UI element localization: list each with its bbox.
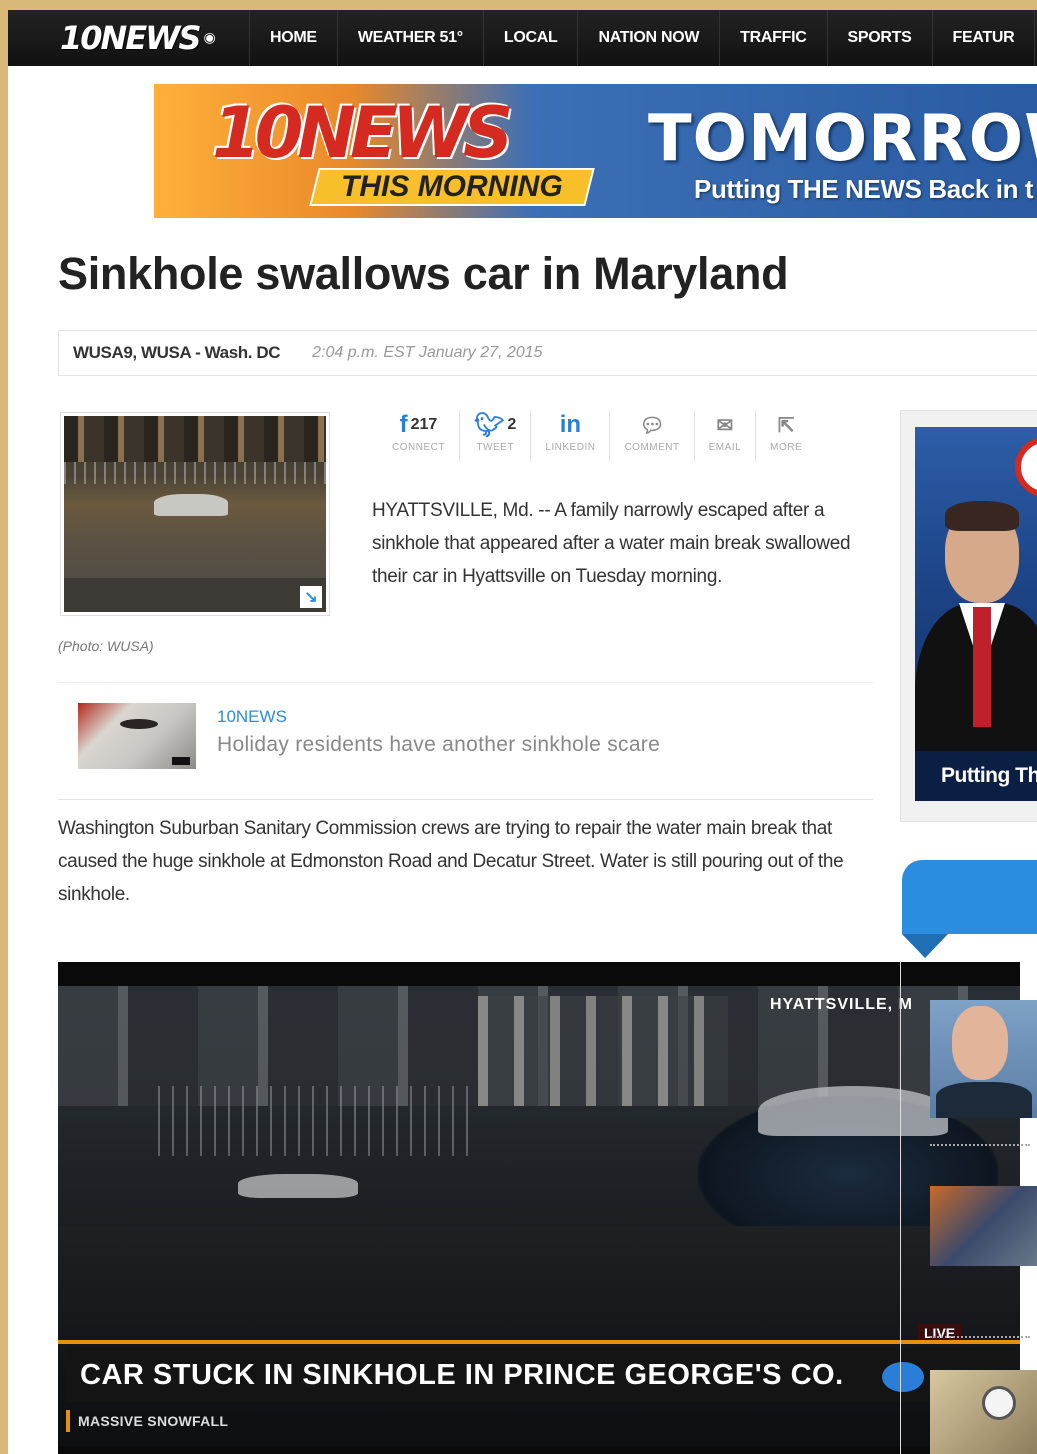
live-dot-icon bbox=[882, 1362, 924, 1392]
site-logo[interactable]: 10NEWS ◉ bbox=[8, 10, 250, 66]
email-icon: ✉ bbox=[716, 414, 734, 437]
article-body: Washington Suburban Sanitary Commission … bbox=[58, 818, 844, 905]
nav-weather[interactable]: WEATHER 51° bbox=[338, 10, 484, 66]
video-porch bbox=[478, 996, 728, 1106]
share-label: COMMENT bbox=[624, 442, 680, 453]
photo-fence bbox=[64, 462, 326, 484]
video-car-roof bbox=[758, 1086, 948, 1136]
video-water bbox=[58, 1226, 1020, 1366]
byline: WUSA9, WUSA - Wash. DC 2:04 p.m. EST Jan… bbox=[58, 330, 1037, 376]
video-location: HYATTSVILLE, M bbox=[770, 996, 913, 1013]
banner-logo-text: 10NEWS bbox=[212, 92, 513, 174]
share-label: TWEET bbox=[476, 442, 514, 453]
share-linkedin[interactable]: in LINKEDIN bbox=[531, 410, 611, 462]
nav-home[interactable]: HOME bbox=[250, 10, 338, 66]
facebook-icon: f bbox=[399, 411, 408, 438]
banner-tagline: Putting THE NEWS Back in t bbox=[694, 174, 1034, 204]
banner-ad[interactable]: 10NEWS THIS MORNING TOMORROW Putting THE… bbox=[154, 84, 1037, 218]
page: 10NEWS ◉ HOME WEATHER 51° LOCAL NATION N… bbox=[8, 10, 1037, 1454]
banner-logo: 10NEWS bbox=[212, 92, 513, 174]
expand-icon[interactable]: ↘ bbox=[300, 586, 322, 608]
share-label: CONNECT bbox=[392, 442, 445, 453]
thumb-hole bbox=[120, 719, 158, 729]
video-sunk-car bbox=[238, 1174, 358, 1198]
sidebar-video-thumb[interactable] bbox=[930, 1000, 1037, 1118]
thumb-head bbox=[952, 1006, 1008, 1080]
nav-nation-now[interactable]: NATION NOW bbox=[578, 10, 721, 66]
photo-road bbox=[64, 578, 326, 612]
seal-icon bbox=[982, 1386, 1016, 1420]
banner-headline: TOMORROW bbox=[648, 102, 1037, 176]
lower-third-text: CAR STUCK IN SINKHOLE IN PRINCE GEORGE'S… bbox=[80, 1358, 844, 1391]
lead-photo-image: ↘ bbox=[64, 416, 326, 612]
share-twitter[interactable]: 🐦︎ 2 TWEET bbox=[460, 410, 532, 462]
share-email[interactable]: ✉ EMAIL bbox=[695, 410, 757, 462]
video-badge-icon bbox=[172, 757, 190, 765]
divider bbox=[930, 1336, 1030, 1338]
share-label: LINKEDIN bbox=[545, 442, 596, 453]
share-label: EMAIL bbox=[708, 442, 742, 453]
article-timestamp: 2:04 p.m. EST January 27, 2015 bbox=[312, 344, 543, 361]
related-kicker[interactable]: 10NEWS bbox=[217, 707, 287, 727]
share-bar: f 217 CONNECT 🐦︎ 2 TWEET in LINKEDIN 💬︎ … bbox=[378, 410, 816, 462]
station-logo-icon bbox=[1015, 437, 1037, 497]
lead-photo[interactable]: ↘ bbox=[60, 412, 330, 616]
thumb-suit bbox=[936, 1082, 1032, 1118]
nav-sports[interactable]: SPORTS bbox=[828, 10, 933, 66]
divider bbox=[930, 1144, 1030, 1146]
share-comment[interactable]: 💬︎ COMMENT bbox=[610, 410, 695, 462]
photo-car bbox=[154, 494, 228, 516]
lower-third: CAR STUCK IN SINKHOLE IN PRINCE GEORGE'S… bbox=[66, 1348, 1016, 1402]
share-more[interactable]: ⇱ MORE bbox=[756, 410, 816, 462]
share-count: 2 bbox=[507, 416, 517, 433]
photo-houses bbox=[64, 416, 326, 462]
video-fence bbox=[158, 1086, 478, 1156]
nav-features[interactable]: FEATUR bbox=[933, 10, 1036, 66]
video-player[interactable]: HYATTSVILLE, M LIVE CAR STUCK IN SINKHOL… bbox=[58, 962, 1020, 1454]
related-title[interactable]: Holiday residents have another sinkhole … bbox=[217, 733, 660, 757]
site-logo-text: 10NEWS bbox=[60, 19, 202, 57]
sidebar-ad-caption: Putting Th bbox=[915, 751, 1037, 801]
top-nav: 10NEWS ◉ HOME WEATHER 51° LOCAL NATION N… bbox=[8, 10, 1037, 66]
anchor-hair bbox=[945, 501, 1019, 531]
banner-sub-text: THIS MORNING bbox=[341, 170, 563, 203]
share-facebook[interactable]: f 217 CONNECT bbox=[378, 410, 460, 462]
article-headline: Sinkhole swallows car in Maryland bbox=[58, 248, 789, 299]
sidebar-ad-image: Putting Th bbox=[915, 427, 1037, 801]
share-label: MORE bbox=[770, 442, 803, 453]
sidebar-video-thumb[interactable] bbox=[930, 1370, 1037, 1454]
nav-local[interactable]: LOCAL bbox=[484, 10, 579, 66]
banner-sub: THIS MORNING bbox=[309, 168, 595, 206]
linkedin-icon: in bbox=[559, 411, 582, 438]
lower-third-accent bbox=[58, 1340, 1020, 1344]
anchor-tie bbox=[973, 607, 991, 727]
video-ticker: MASSIVE SNOWFALL bbox=[66, 1410, 228, 1432]
related-thumbnail[interactable] bbox=[78, 703, 196, 769]
twitter-icon: 🐦︎ bbox=[473, 411, 505, 439]
sidebar-ribbon-fold bbox=[902, 934, 948, 958]
share-count: 217 bbox=[410, 416, 438, 433]
article-source[interactable]: WUSA9, WUSA - Wash. DC bbox=[73, 343, 281, 363]
sidebar-video-thumb[interactable] bbox=[930, 1186, 1037, 1266]
more-share-icon: ⇱ bbox=[777, 414, 795, 437]
cbs-eye-icon: ◉ bbox=[203, 30, 216, 46]
sidebar-ad[interactable]: Putting Th bbox=[900, 410, 1037, 822]
photo-credit: (Photo: WUSA) bbox=[58, 638, 154, 654]
sidebar-ribbon bbox=[902, 860, 1037, 934]
article-lede: HYATTSVILLE, Md. -- A family narrowly es… bbox=[372, 500, 851, 587]
related-story[interactable]: 10NEWS Holiday residents have another si… bbox=[58, 682, 873, 800]
nav-traffic[interactable]: TRAFFIC bbox=[720, 10, 828, 66]
sidebar-divider bbox=[900, 962, 901, 1454]
comment-icon: 💬︎ bbox=[639, 414, 665, 437]
